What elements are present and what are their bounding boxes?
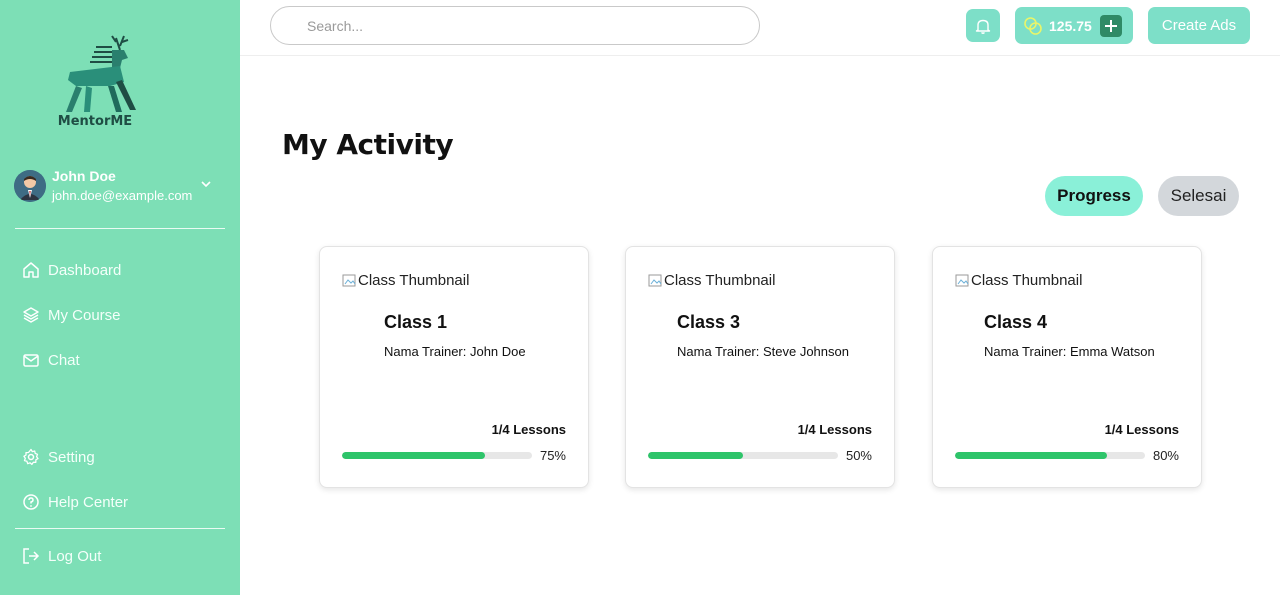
- class-title: Class 3: [677, 312, 741, 332]
- layers-icon: [23, 307, 39, 323]
- trainer-name: Nama Trainer: Steve Johnson: [677, 344, 849, 359]
- thumbnail-alt: Class Thumbnail: [664, 272, 776, 289]
- plus-icon: [1104, 19, 1117, 32]
- sidebar-item-my-course[interactable]: My Course: [22, 303, 121, 327]
- user-menu[interactable]: John Doe john.doe@example.com: [14, 166, 224, 208]
- brand-name: MentorME: [57, 114, 133, 129]
- class-thumbnail: Class Thumbnail: [342, 272, 469, 289]
- sidebar-item-dashboard[interactable]: Dashboard: [22, 258, 121, 282]
- bell-icon: [975, 19, 991, 34]
- progress-fill: [342, 452, 485, 459]
- sidebar: MentorME John Doe john.doe@example.com D…: [0, 0, 240, 595]
- top-bar: 125.75 Create Ads: [240, 0, 1280, 56]
- sidebar-item-label: My Course: [48, 306, 121, 324]
- class-title: Class 4: [984, 312, 1048, 332]
- class-card[interactable]: Class Thumbnail Class 1 Nama Trainer: Jo…: [319, 246, 589, 488]
- logout-label: Log Out: [48, 547, 102, 565]
- lesson-count: 1/4 Lessons: [491, 422, 566, 437]
- lesson-count: 1/4 Lessons: [797, 422, 872, 437]
- help-circle-icon: [23, 494, 39, 510]
- class-thumbnail: Class Thumbnail: [955, 272, 1082, 289]
- trainer-name: Nama Trainer: John Doe: [384, 344, 526, 359]
- mail-icon: [23, 354, 39, 367]
- notification-button[interactable]: [966, 9, 1000, 42]
- trainer-name: Nama Trainer: Emma Watson: [984, 344, 1155, 359]
- sidebar-item-chat[interactable]: Chat: [22, 348, 80, 372]
- logout-icon: [23, 548, 40, 564]
- tab-progress[interactable]: Progress: [1045, 176, 1143, 216]
- class-thumbnail: Class Thumbnail: [648, 272, 775, 289]
- lesson-count: 1/4 Lessons: [1104, 422, 1179, 437]
- deer-logo-icon: [66, 35, 136, 112]
- progress-percent: 50%: [845, 448, 872, 463]
- broken-image-icon: [955, 274, 969, 286]
- user-email: john.doe@example.com: [52, 188, 193, 203]
- sidebar-item-help-center[interactable]: Help Center: [22, 490, 128, 514]
- sidebar-item-label: Chat: [48, 351, 80, 369]
- sidebar-item-label: Dashboard: [48, 261, 122, 279]
- sidebar-divider: [15, 528, 225, 529]
- sidebar-item-setting[interactable]: Setting: [22, 445, 95, 469]
- progress-percent: 75%: [539, 448, 566, 463]
- sidebar-item-label: Setting: [48, 448, 95, 466]
- tab-selesai[interactable]: Selesai: [1158, 176, 1239, 216]
- sidebar-item-label: Help Center: [48, 493, 129, 511]
- broken-image-icon: [648, 274, 662, 286]
- class-card[interactable]: Class Thumbnail Class 4 Nama Trainer: Em…: [932, 246, 1202, 488]
- avatar: [14, 170, 46, 202]
- progress-bar: [342, 452, 532, 459]
- logout-button[interactable]: Log Out: [22, 544, 101, 568]
- class-title: Class 1: [384, 312, 448, 332]
- mentorme-logo[interactable]: MentorME: [50, 32, 140, 132]
- progress-percent: 80%: [1152, 448, 1179, 463]
- broken-image-icon: [342, 274, 356, 286]
- progress-bar: [955, 452, 1145, 459]
- class-card[interactable]: Class Thumbnail Class 3 Nama Trainer: St…: [625, 246, 895, 488]
- coins-icon: [1024, 16, 1042, 35]
- progress-fill: [648, 452, 743, 459]
- progress-fill: [955, 452, 1107, 459]
- chevron-down-icon[interactable]: [200, 178, 212, 190]
- create-ads-button[interactable]: Create Ads: [1148, 7, 1250, 44]
- home-icon: [23, 262, 39, 278]
- coin-balance-button[interactable]: 125.75: [1015, 7, 1133, 44]
- gear-icon: [23, 448, 39, 466]
- search-input[interactable]: [270, 6, 760, 45]
- progress-bar: [648, 452, 838, 459]
- page-title: My Activity: [282, 128, 454, 161]
- sidebar-divider: [15, 228, 225, 229]
- thumbnail-alt: Class Thumbnail: [971, 272, 1083, 289]
- thumbnail-alt: Class Thumbnail: [358, 272, 470, 289]
- add-coin-button[interactable]: [1099, 14, 1122, 37]
- coin-balance: 125.75: [1049, 17, 1092, 34]
- user-name: John Doe: [52, 168, 116, 184]
